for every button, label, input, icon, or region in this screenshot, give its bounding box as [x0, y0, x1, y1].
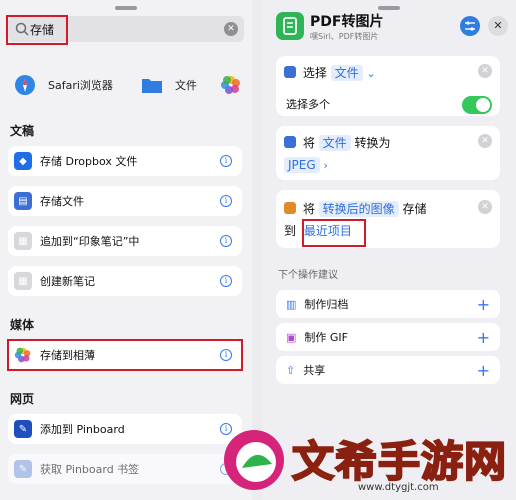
archive-icon: ▥ — [286, 297, 297, 311]
toggle-knob — [476, 98, 490, 112]
action-middle: 转换为 — [354, 136, 391, 150]
document-icon — [283, 17, 297, 35]
watermark-url: www.dtygjt.com — [358, 482, 439, 493]
shortcut-title[interactable]: PDF转图片 — [310, 11, 383, 31]
action-add-pinboard[interactable]: ✎ 添加到 Pinboard i — [8, 414, 242, 444]
evernote-icon: ▦ — [14, 232, 32, 250]
safari-icon — [15, 75, 35, 95]
suggestion-label: 共享 — [303, 364, 326, 377]
suggestion-label: 制作 GIF — [304, 331, 348, 344]
action-verb: 将 — [302, 136, 315, 150]
action-card-select-file[interactable]: 选择 文件 ⌄ ✕ 选择多个 — [276, 56, 500, 116]
section-header-media: 媒体 — [10, 318, 35, 332]
site-watermark: 文希手游网 www.dtygjt.com — [218, 420, 516, 500]
format-token[interactable]: JPEG — [284, 157, 320, 173]
action-label: 存储 Dropbox 文件 — [40, 155, 138, 168]
chevron-circle-icon[interactable]: › — [323, 159, 327, 172]
action-label: 获取 Pinboard 书签 — [40, 463, 140, 476]
suggestions-header: 下个操作建议 — [278, 270, 338, 281]
section-header-web: 网页 — [10, 392, 35, 406]
action-save-file[interactable]: ▤ 存储文件 i — [8, 186, 242, 216]
share-icon: ⇧ — [286, 363, 296, 377]
action-name: 存储 — [402, 202, 427, 216]
action-to: 到 — [284, 224, 297, 238]
actions-panel: 存储 ✕ Safari浏览器 文件 文稿 ◆ 存储 Dropbox 文件 i ▤… — [0, 0, 252, 500]
gif-icon: ▣ — [286, 330, 297, 344]
close-button[interactable]: ✕ — [488, 16, 508, 36]
action-label: 创建新笔记 — [40, 275, 95, 288]
watermark-logo-icon — [224, 430, 284, 490]
suggestion-share[interactable]: ⇧ 共享 + — [276, 356, 500, 384]
file-icon — [284, 66, 296, 78]
info-icon[interactable]: i — [220, 275, 232, 287]
quick-action-files[interactable]: 文件 — [141, 70, 197, 100]
info-icon[interactable]: i — [220, 195, 232, 207]
action-label: 存储文件 — [40, 195, 84, 208]
pinboard-icon: ✎ — [14, 420, 32, 438]
clear-search-icon[interactable]: ✕ — [224, 22, 238, 36]
variable-token[interactable]: 文件 — [330, 65, 363, 81]
quick-action-label: Safari浏览器 — [48, 79, 113, 92]
chevron-circle-icon[interactable]: ⌄ — [367, 67, 376, 80]
suggestion-make-archive[interactable]: ▥ 制作归档 + — [276, 290, 500, 318]
select-multiple-label: 选择多个 — [286, 98, 330, 111]
quick-action-label: 文件 — [175, 79, 197, 92]
folder-icon — [142, 79, 162, 93]
search-highlight — [6, 15, 68, 45]
action-save-dropbox[interactable]: ◆ 存储 Dropbox 文件 i — [8, 146, 242, 176]
siri-phrase: 嘿Siri、PDF转图片 — [310, 32, 379, 41]
add-icon[interactable]: + — [477, 328, 490, 347]
action-label: 追加到“印象笔记”中 — [40, 235, 140, 248]
suggestion-make-gif[interactable]: ▣ 制作 GIF + — [276, 323, 500, 351]
drag-handle[interactable] — [115, 6, 137, 10]
shortcut-app-icon[interactable] — [276, 12, 304, 40]
variable-token[interactable]: 转换后的图像 — [318, 201, 399, 217]
save-target-highlight — [302, 219, 366, 247]
suggestion-label: 制作归档 — [304, 298, 349, 311]
close-icon: ✕ — [493, 19, 503, 32]
info-icon[interactable]: i — [220, 155, 232, 167]
pinboard-icon: ✎ — [14, 460, 32, 478]
action-create-note[interactable]: ▦ 创建新笔记 i — [8, 266, 242, 296]
photos-icon — [221, 76, 240, 94]
image-icon — [284, 136, 296, 148]
select-multiple-toggle[interactable] — [462, 96, 492, 114]
quick-action-photos[interactable] — [220, 70, 242, 100]
remove-action-icon[interactable]: ✕ — [478, 134, 492, 148]
drag-handle[interactable] — [378, 6, 400, 10]
add-icon[interactable]: + — [477, 295, 490, 314]
settings-button[interactable] — [460, 16, 480, 36]
action-card-convert[interactable]: 将 文件 转换为 ✕ JPEG › — [276, 126, 500, 180]
dropbox-icon: ◆ — [14, 152, 32, 170]
watermark-text: 文希手游网 — [291, 436, 508, 487]
remove-action-icon[interactable]: ✕ — [478, 200, 492, 214]
add-icon[interactable]: + — [477, 361, 490, 380]
quick-action-safari[interactable]: Safari浏览器 — [14, 70, 113, 100]
action-label: 添加到 Pinboard — [40, 423, 125, 436]
variable-token[interactable]: 文件 — [318, 135, 351, 151]
remove-action-icon[interactable]: ✕ — [478, 64, 492, 78]
action-append-evernote[interactable]: ▦ 追加到“印象笔记”中 i — [8, 226, 242, 256]
action-verb: 将 — [302, 202, 315, 216]
photos-icon — [284, 202, 296, 214]
section-header-docs: 文稿 — [10, 124, 35, 138]
note-icon: ▦ — [14, 272, 32, 290]
action-verb: 选择 — [302, 66, 327, 80]
info-icon[interactable]: i — [220, 235, 232, 247]
sliders-icon — [465, 21, 475, 31]
file-icon: ▤ — [14, 192, 32, 210]
action-get-pinboard-bookmarks[interactable]: ✎ 获取 Pinboard 书签 i — [8, 454, 242, 484]
save-to-album-highlight — [7, 339, 243, 371]
